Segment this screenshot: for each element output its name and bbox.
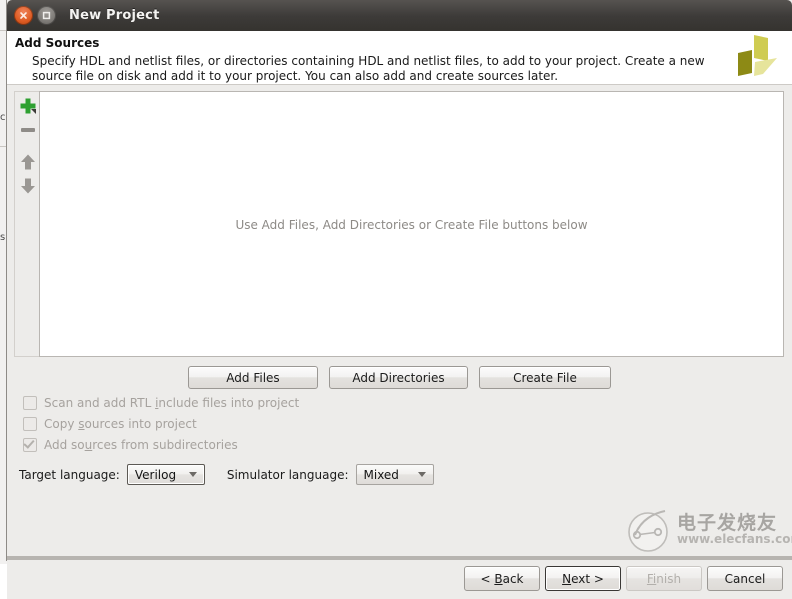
finish-button: Finish xyxy=(626,566,702,591)
chevron-down-icon xyxy=(188,472,197,477)
create-file-button[interactable]: Create File xyxy=(479,366,611,389)
source-options-group: Scan and add RTL include files into proj… xyxy=(23,392,299,455)
simulator-language-label: Simulator language: xyxy=(226,467,349,482)
add-icon[interactable] xyxy=(15,94,40,118)
language-settings-row: Target language: Verilog Simulator langu… xyxy=(19,464,434,485)
target-language-value: Verilog xyxy=(134,467,177,482)
checkbox-scan-rtl-include[interactable]: Scan and add RTL include files into proj… xyxy=(23,392,299,413)
window-bottom-edge xyxy=(7,556,792,560)
back-button[interactable]: < Back xyxy=(464,566,540,591)
new-project-dialog: New Project Add Sources Specify HDL and … xyxy=(7,0,792,599)
source-toolbar xyxy=(14,91,39,357)
window-titlebar: New Project xyxy=(7,0,792,31)
target-language-select[interactable]: Verilog xyxy=(126,464,205,485)
checkbox-copy-sources[interactable]: Copy sources into project xyxy=(23,413,299,434)
cancel-button[interactable]: Cancel xyxy=(707,566,783,591)
wizard-header: Add Sources Specify HDL and netlist file… xyxy=(7,31,792,85)
add-directories-button[interactable]: Add Directories xyxy=(329,366,468,389)
remove-icon[interactable] xyxy=(15,118,40,142)
dialog-footer: < Back Next > Finish Cancel xyxy=(7,559,792,599)
target-language-label: Target language: xyxy=(19,467,120,482)
simulator-language-select[interactable]: Mixed xyxy=(355,464,434,485)
chevron-down-icon xyxy=(417,472,426,477)
checkbox-label: Copy sources into project xyxy=(44,416,197,431)
xilinx-logo xyxy=(730,33,782,83)
checkbox-label: Add sources from subdirectories xyxy=(44,437,238,452)
window-title: New Project xyxy=(69,8,160,23)
simulator-language-value: Mixed xyxy=(363,467,399,482)
dialog-body: Use Add Files, Add Directories or Create… xyxy=(7,85,792,559)
page-title: Add Sources xyxy=(15,36,100,50)
page-description: Specify HDL and netlist files, or direct… xyxy=(32,54,705,83)
checkbox-add-subdirectories[interactable]: Add sources from subdirectories xyxy=(23,434,299,455)
checkbox-box[interactable] xyxy=(23,416,37,431)
checkbox-box[interactable] xyxy=(23,395,37,410)
checkbox-label: Scan and add RTL include files into proj… xyxy=(44,395,300,410)
move-up-icon[interactable] xyxy=(15,150,40,174)
checkbox-box[interactable] xyxy=(23,437,37,452)
move-down-icon[interactable] xyxy=(15,174,40,198)
source-list-placeholder: Use Add Files, Add Directories or Create… xyxy=(235,218,588,232)
add-files-button[interactable]: Add Files xyxy=(188,366,318,389)
close-icon[interactable] xyxy=(14,6,33,25)
source-file-list[interactable]: Use Add Files, Add Directories or Create… xyxy=(39,91,784,357)
maximize-icon[interactable] xyxy=(37,6,56,25)
next-button[interactable]: Next > xyxy=(545,566,621,591)
source-action-buttons: Add Files Add Directories Create File xyxy=(7,366,792,389)
wizard-nav-buttons: < Back Next > Finish Cancel xyxy=(464,566,783,591)
